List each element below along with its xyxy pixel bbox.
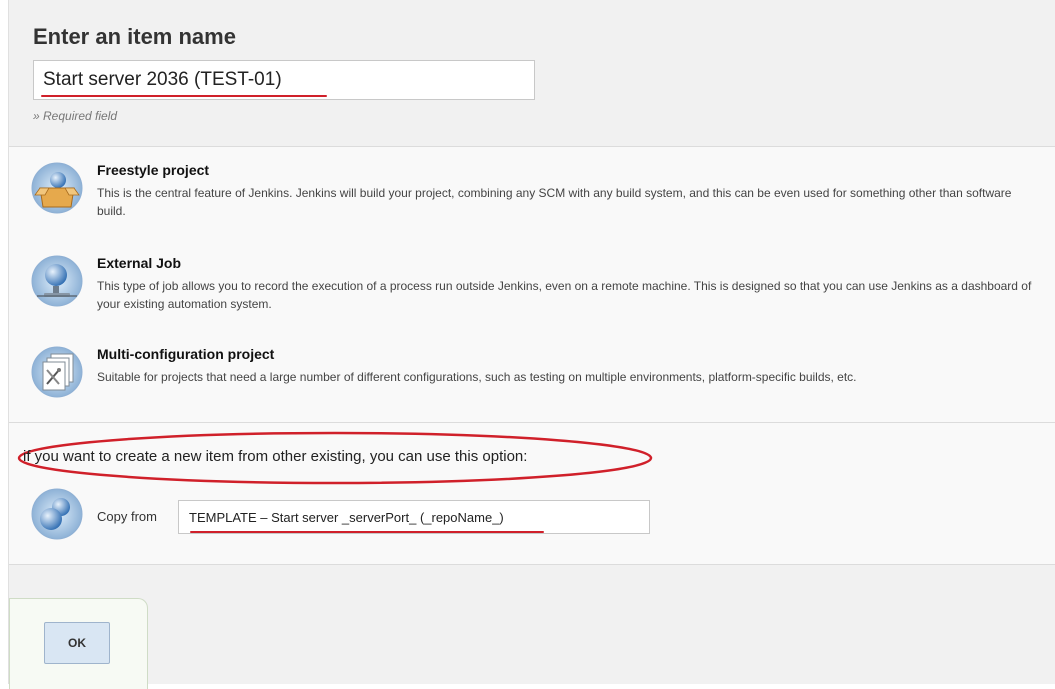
copy-from-hint: if you want to create a new item from ot… [23, 448, 528, 465]
copy-from-section: if you want to create a new item from ot… [9, 423, 1055, 565]
item-type-freestyle[interactable]: Freestyle project This is the central fe… [31, 162, 1041, 232]
item-type-description: This is the central feature of Jenkins. … [97, 186, 1012, 218]
item-type-title: Freestyle project [97, 162, 210, 178]
copy-from-label: Copy from [97, 509, 157, 524]
stacked-documents-icon [31, 346, 83, 398]
monitor-globe-icon [31, 255, 83, 307]
item-type-description: Suitable for projects that need a large … [97, 370, 857, 384]
page-title: Enter an item name [33, 24, 236, 49]
item-type-title: External Job [97, 255, 182, 271]
item-type-description: This type of job allows you to record th… [97, 279, 1032, 311]
item-type-multi-configuration[interactable]: Multi-configuration project Suitable for… [31, 346, 1041, 406]
copy-spheres-icon [31, 488, 83, 540]
item-type-list: Freestyle project This is the central fe… [9, 147, 1055, 423]
new-item-page: Enter an item name » Required field [8, 0, 1055, 689]
item-type-external-job[interactable]: External Job This type of job allows you… [31, 255, 1041, 325]
item-type-title: Multi-configuration project [97, 346, 275, 362]
copy-from-input[interactable] [178, 500, 650, 534]
copy-underline-annotation [190, 531, 544, 533]
required-field-hint: » Required field [33, 109, 118, 123]
item-name-section: Enter an item name » Required field [9, 0, 1055, 147]
item-name-input[interactable] [33, 60, 535, 100]
package-icon [31, 162, 83, 214]
ok-button[interactable]: OK [44, 622, 110, 664]
name-underline-annotation [41, 95, 327, 97]
